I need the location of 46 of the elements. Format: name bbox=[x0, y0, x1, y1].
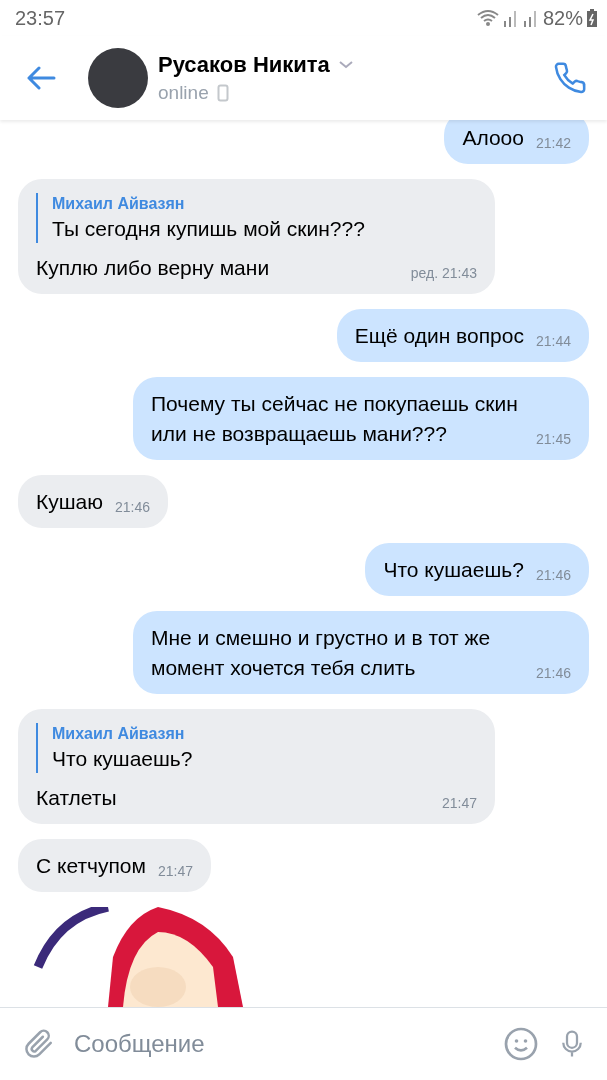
message-time: 21:45 bbox=[535, 431, 571, 447]
battery-icon bbox=[587, 9, 597, 27]
reply-author: Михаил Айвазян bbox=[52, 724, 186, 744]
paperclip-icon[interactable] bbox=[24, 1027, 54, 1061]
reply-text: Что кушаешь? bbox=[52, 746, 194, 772]
message-time: 21:47 bbox=[157, 863, 193, 879]
reply-text: Ты сегодня купишь мой скин??? bbox=[52, 216, 366, 242]
message-bubble[interactable]: Что кушаешь? 21:46 bbox=[365, 543, 589, 596]
message-bubble[interactable]: С кетчупом 21:47 bbox=[18, 839, 211, 892]
phone-device-icon bbox=[216, 84, 229, 102]
message-time: 21:46 bbox=[115, 499, 151, 515]
message-text: С кетчупом bbox=[36, 853, 146, 879]
message-time: 21:42 bbox=[535, 135, 571, 151]
avatar[interactable] bbox=[88, 48, 148, 108]
message-text: Куплю либо верну мани bbox=[36, 255, 270, 281]
battery-level: 82% bbox=[542, 6, 583, 30]
message-bubble[interactable]: Мне и смешно и грустно и в тот же момент хочется тебя слить 21:46 bbox=[133, 611, 589, 694]
online-status: online bbox=[158, 82, 209, 104]
reply-author: Михаил Айвазян bbox=[52, 194, 186, 214]
status-time: 23:57 bbox=[15, 6, 66, 30]
back-arrow-icon[interactable] bbox=[26, 66, 56, 90]
message-time: 21:46 bbox=[535, 567, 571, 583]
message-bubble[interactable]: Михаил Айвазян Ты сегодня купишь мой скин??? Куплю либо верну мани ред. 21:43 bbox=[18, 179, 495, 294]
wifi-icon bbox=[476, 9, 499, 27]
message-text: Что кушаешь? bbox=[383, 557, 524, 583]
message-bubble[interactable]: Почему ты сейчас не покупаешь скин или не возвращаешь мани??? 21:45 bbox=[133, 377, 589, 460]
smile-icon[interactable] bbox=[503, 1026, 539, 1062]
message-bubble[interactable]: Ещё один вопрос 21:44 bbox=[336, 309, 589, 362]
message-bubble[interactable]: Михаил Айвазян Что кушаешь? Катлеты 21:47 bbox=[18, 709, 495, 824]
message-bubble[interactable]: Кушаю 21:46 bbox=[18, 475, 169, 528]
message-text: Катлеты bbox=[36, 785, 117, 811]
signal-icon bbox=[522, 9, 539, 27]
contact-name[interactable]: Русаков Никита bbox=[158, 52, 330, 78]
message-text: Почему ты сейчас не покупаешь скин или не возвращаешь мани??? bbox=[151, 391, 519, 447]
message-time: ред. 21:43 bbox=[410, 265, 477, 281]
message-text: Алооо bbox=[462, 125, 524, 151]
message-time: 21:44 bbox=[535, 333, 571, 349]
message-time: 21:46 bbox=[535, 665, 571, 681]
message-text: Кушаю bbox=[36, 489, 103, 515]
message-text: Ещё один вопрос bbox=[354, 323, 524, 349]
message-bubble[interactable]: Алооо 21:42 bbox=[444, 120, 589, 164]
message-text: Мне и смешно и грустно и в тот же момент хочется тебя слить bbox=[151, 625, 492, 681]
call-icon[interactable] bbox=[553, 61, 587, 95]
signal-icon bbox=[502, 9, 519, 27]
chevron-down-icon[interactable] bbox=[337, 60, 354, 70]
message-time: 21:47 bbox=[441, 795, 477, 811]
